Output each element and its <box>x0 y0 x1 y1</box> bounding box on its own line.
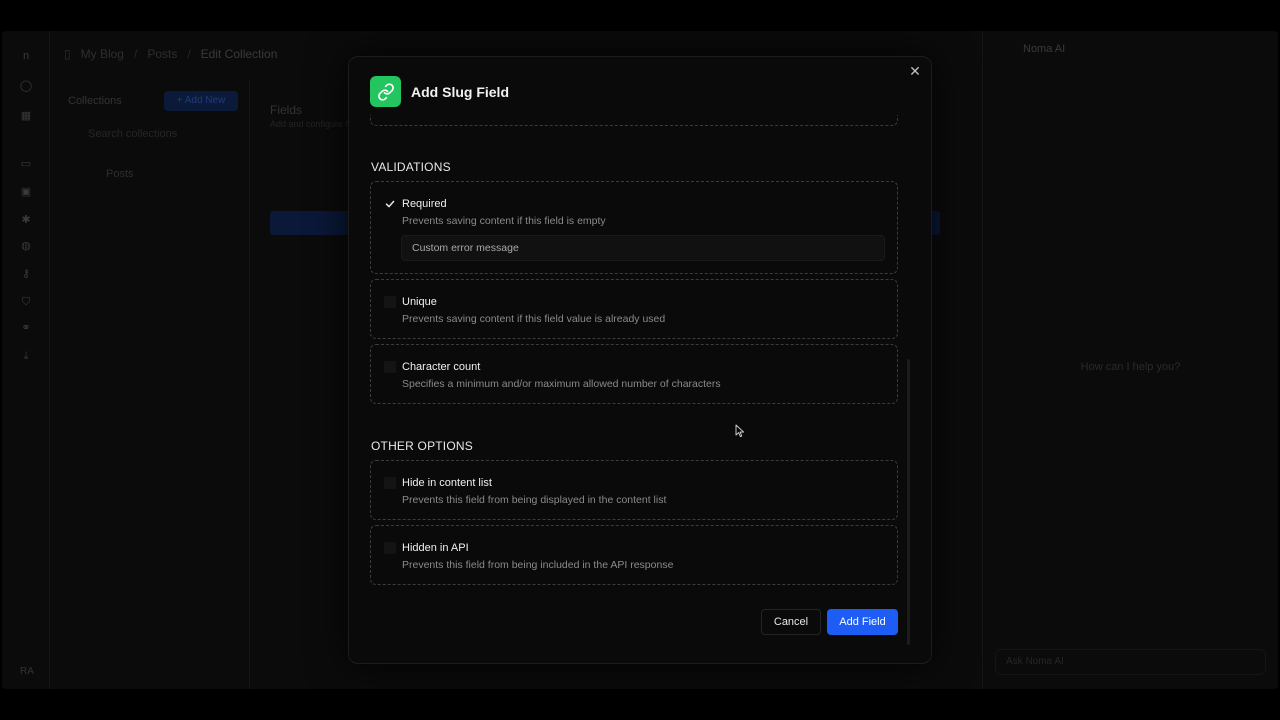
fields-title: Fields <box>270 103 303 117</box>
add-new-button[interactable]: + Add New <box>164 91 238 111</box>
unique-checkbox[interactable] <box>384 296 396 308</box>
ai-chat-input[interactable]: Ask Noma AI <box>995 649 1266 675</box>
breadcrumb-item[interactable]: My Blog <box>81 47 124 61</box>
add-slug-field-modal: ✕ Add Slug Field VALIDATIONS Required Pr… <box>348 56 932 664</box>
collections-title: Collections <box>68 95 122 107</box>
hidden-in-api-description: Prevents this field from being included … <box>402 559 674 571</box>
folder-icon[interactable]: ▭ <box>19 157 33 171</box>
add-field-button[interactable]: Add Field <box>827 609 898 635</box>
breadcrumb-item[interactable]: Posts <box>147 47 177 61</box>
option-hide-in-content-list-card[interactable]: Hide in content list Prevents this field… <box>370 460 898 520</box>
hide-in-content-list-checkbox[interactable] <box>384 477 396 489</box>
modal-scrollbar[interactable] <box>907 359 910 645</box>
close-icon[interactable]: ✕ <box>907 63 923 79</box>
ai-panel: Noma AI How can I help you? Ask Noma AI <box>982 31 1278 689</box>
mouse-cursor-icon <box>735 424 745 438</box>
hide-in-content-list-label: Hide in content list <box>402 477 492 489</box>
collections-search-input[interactable]: Search collections <box>68 123 238 145</box>
other-options-title: OTHER OPTIONS <box>371 439 473 453</box>
breadcrumb-separator: / <box>133 47 138 61</box>
hidden-in-api-checkbox[interactable] <box>384 542 396 554</box>
required-checkbox[interactable] <box>384 198 396 210</box>
option-hidden-in-api-card[interactable]: Hidden in API Prevents this field from b… <box>370 525 898 585</box>
check-icon <box>385 200 395 208</box>
key-icon[interactable]: ⚷ <box>19 267 33 281</box>
validation-required-card[interactable]: Required Prevents saving content if this… <box>370 181 898 274</box>
breadcrumb-current: Edit Collection <box>200 47 278 61</box>
ai-help-text: How can I help you? <box>1080 361 1181 373</box>
breadcrumb-separator: / <box>187 47 191 61</box>
breadcrumb: ▯ My Blog / Posts / Edit Collection <box>64 47 277 61</box>
validations-title: VALIDATIONS <box>371 160 451 174</box>
logo-icon: n <box>22 50 30 62</box>
globe-icon[interactable]: ◍ <box>19 239 33 253</box>
previous-option-card <box>370 115 898 126</box>
unique-label: Unique <box>402 296 437 308</box>
image-icon[interactable]: ▣ <box>19 185 33 199</box>
hide-in-content-list-description: Prevents this field from being displayed… <box>402 494 667 506</box>
cancel-button[interactable]: Cancel <box>761 609 821 635</box>
link-icon <box>370 76 401 107</box>
webhook-icon[interactable]: ⚭ <box>19 321 33 335</box>
character-count-description: Specifies a minimum and/or maximum allow… <box>402 378 721 390</box>
character-count-label: Character count <box>402 361 481 373</box>
modal-header: Add Slug Field <box>370 76 509 107</box>
user-initials[interactable]: RA <box>20 666 34 677</box>
collection-item-posts[interactable]: Posts <box>68 163 238 185</box>
download-icon[interactable]: ⤓ <box>19 349 33 363</box>
unique-description: Prevents saving content if this field va… <box>402 313 666 325</box>
validation-character-count-card[interactable]: Character count Specifies a minimum and/… <box>370 344 898 404</box>
sidebar-toggle-icon[interactable]: ▯ <box>64 47 71 61</box>
collections-panel: Collections + Add New Search collections… <box>50 79 250 689</box>
modal-scroll-area[interactable]: VALIDATIONS Required Prevents saving con… <box>349 115 931 605</box>
gear-icon[interactable]: ✱ <box>19 213 33 227</box>
custom-error-message-input[interactable] <box>401 235 885 261</box>
character-count-checkbox[interactable] <box>384 361 396 373</box>
required-description: Prevents saving content if this field is… <box>402 215 606 227</box>
user-icon[interactable]: ◯ <box>19 79 33 93</box>
grid-icon[interactable]: ▦ <box>19 109 33 123</box>
shield-icon[interactable]: ⛉ <box>19 295 33 309</box>
modal-title: Add Slug Field <box>411 83 509 100</box>
hidden-in-api-label: Hidden in API <box>402 542 469 554</box>
ai-panel-title: Noma AI <box>1023 43 1066 55</box>
validation-unique-card[interactable]: Unique Prevents saving content if this f… <box>370 279 898 339</box>
icon-rail: n ◯ ▦ ▭ ▣ ✱ ◍ ⚷ ⛉ ⚭ ⤓ RA <box>2 31 50 689</box>
required-label: Required <box>402 198 447 210</box>
